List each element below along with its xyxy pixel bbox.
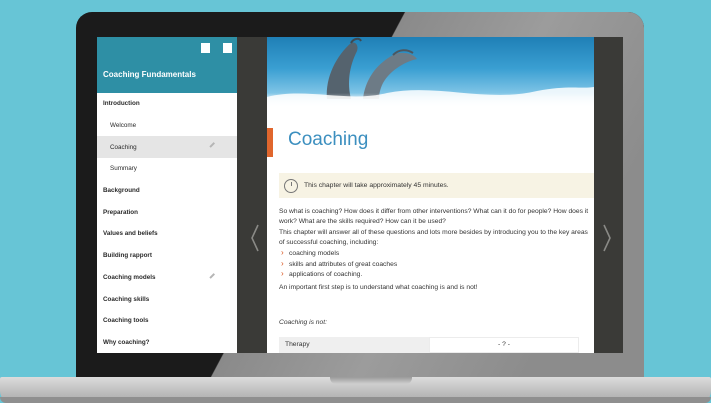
chapter-accent-bar (267, 128, 273, 157)
table-row: Therapy - ? - (279, 337, 579, 353)
pencil-icon (209, 272, 215, 278)
overview-paragraph: This chapter will answer all of these qu… (279, 229, 588, 246)
nav-item-building-rapport[interactable]: Building rapport (97, 245, 237, 267)
first-step-paragraph: An important first step is to understand… (279, 283, 478, 291)
sidebar-header: Coaching Fundamentals (97, 37, 237, 93)
table-cell: Therapy (279, 337, 429, 353)
list-item: skills and attributes of great coaches (279, 259, 589, 271)
topics-list: coaching models skills and attributes of… (279, 248, 589, 281)
nav-item-coaching-tools[interactable]: Coaching tools (97, 310, 237, 332)
chapter-body: So what is coaching? How does it differ … (279, 207, 589, 294)
bookmark-icon[interactable] (201, 43, 210, 53)
page-icon[interactable] (223, 43, 232, 53)
sidebar: Coaching Fundamentals Introduction Welco… (97, 37, 237, 353)
chapter-content: Coaching This chapter will take approxim… (267, 37, 594, 353)
laptop-base (0, 377, 711, 403)
dolphins-banner-image (267, 37, 594, 107)
duration-notice: This chapter will take approximately 45 … (279, 173, 594, 198)
nav-item-coaching-models[interactable]: Coaching models (97, 267, 237, 289)
nav-item-coaching[interactable]: Coaching (97, 136, 237, 159)
chevron-left-icon[interactable] (250, 223, 260, 253)
screen: Coaching Fundamentals Introduction Welco… (97, 37, 623, 353)
clock-icon (284, 178, 298, 193)
laptop-base-edge (0, 397, 711, 403)
coaching-is-not-label: Coaching is not: (279, 319, 327, 326)
table-cell[interactable]: - ? - (429, 337, 579, 353)
nav-item-why-coaching[interactable]: Why coaching? (97, 332, 237, 353)
list-item: applications of coaching. (279, 269, 589, 281)
chapter-title: Coaching (288, 129, 369, 150)
nav-item-introduction[interactable]: Introduction (97, 93, 237, 115)
nav-item-values-and-beliefs[interactable]: Values and beliefs (97, 223, 237, 245)
nav-item-background[interactable]: Background (97, 180, 237, 202)
list-item: coaching models (279, 248, 589, 260)
nav-item-welcome[interactable]: Welcome (97, 115, 237, 137)
laptop-notch (330, 377, 412, 384)
course-title: Coaching Fundamentals (103, 70, 196, 79)
chapter-nav: Introduction Welcome Coaching Summary Ba… (97, 93, 237, 353)
intro-paragraph: So what is coaching? How does it differ … (279, 208, 589, 225)
water-splash (267, 93, 594, 107)
nav-item-coaching-skills[interactable]: Coaching skills (97, 288, 237, 310)
pencil-icon (209, 142, 215, 148)
chevron-right-icon[interactable] (602, 223, 612, 253)
duration-text: This chapter will take approximately 45 … (304, 182, 449, 189)
nav-item-summary[interactable]: Summary (97, 158, 237, 180)
nav-item-preparation[interactable]: Preparation (97, 201, 237, 223)
